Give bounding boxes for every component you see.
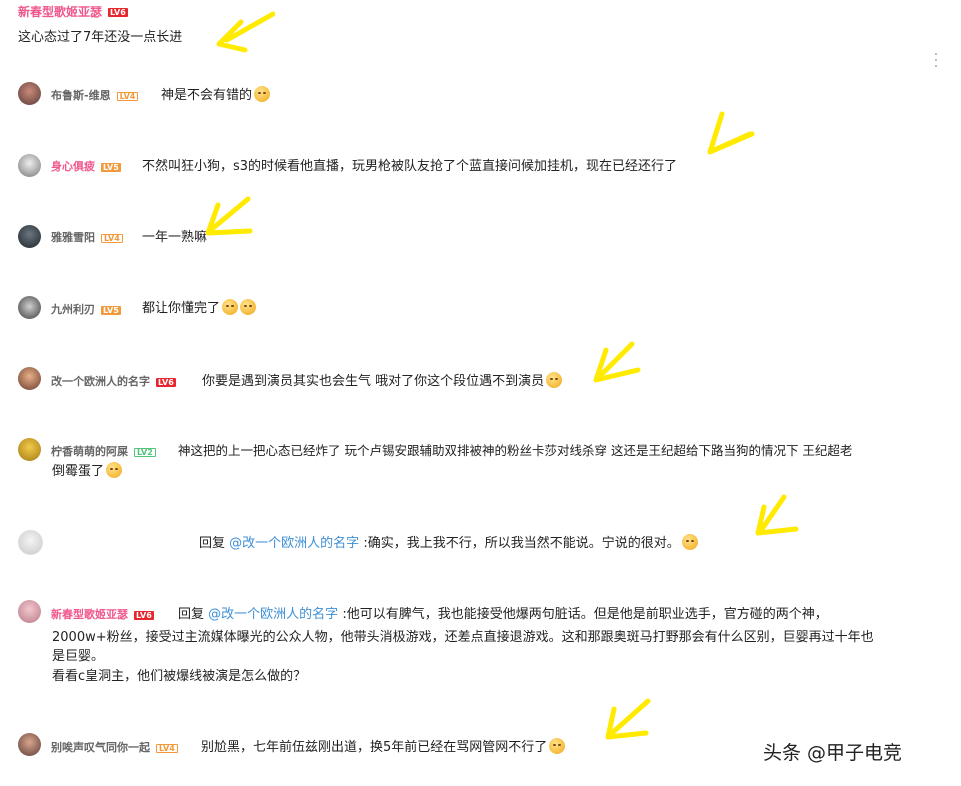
reply-text: 一年一熟嘛 xyxy=(142,230,208,245)
level-badge: LV4 xyxy=(156,743,178,753)
reply-username[interactable]: 雅雅雪阳 LV4 xyxy=(51,229,123,245)
reply-text: 回复 @改一个欧洲人的名字 :确实，我上我不行，所以我当然不能说。宁说的很对。 xyxy=(199,532,698,551)
reply-text-line4: 看看c皇洞主，他们被爆线被演是怎么做的？ xyxy=(52,669,307,684)
reply-username[interactable]: 布鲁斯-维恩 LV4 xyxy=(51,87,139,103)
avatar[interactable] xyxy=(18,600,41,623)
arrow-annotation-icon xyxy=(593,341,641,383)
emoji-icon xyxy=(546,372,563,388)
level-badge: LV2 xyxy=(134,447,156,457)
reply-text-line3: 是巨婴。 xyxy=(52,649,105,664)
reply-username[interactable]: 九州利刃 LV5 xyxy=(51,301,121,317)
top-comment-text: 这心态过了7年还没一点长进 xyxy=(18,30,183,45)
level-badge: LV6 xyxy=(108,8,128,17)
avatar[interactable] xyxy=(18,733,41,756)
avatar[interactable] xyxy=(18,296,41,319)
reply-text: 你要是遇到演员其实也会生气 哦对了你这个段位遇不到演员 xyxy=(202,370,563,389)
level-badge: LV6 xyxy=(156,377,176,387)
reply-text-line1: 神这把的上一把心态已经炸了 玩个卢锡安跟辅助双排被神的粉丝卡莎对线杀穿 这还是王… xyxy=(178,443,853,458)
mention-link[interactable]: @改一个欧洲人的名字 xyxy=(208,607,338,622)
avatar[interactable] xyxy=(18,82,41,105)
level-badge: LV6 xyxy=(134,610,154,620)
emoji-icon xyxy=(254,86,271,102)
level-badge: LV5 xyxy=(101,162,121,172)
arrow-annotation-icon xyxy=(216,11,275,53)
emoji-icon xyxy=(681,534,698,550)
reply-username[interactable]: 新春型歌姬亚瑟 LV6 xyxy=(51,606,154,622)
emoji-icon xyxy=(549,738,566,754)
more-vertical-icon[interactable]: · · · xyxy=(931,48,941,74)
reply-username[interactable]: 别唉声叹气同你一起 LV4 xyxy=(51,739,178,755)
emoji-icon xyxy=(240,299,257,315)
avatar[interactable] xyxy=(18,154,41,177)
top-comment-username[interactable]: 新春型歌姬亚瑟 LV6 xyxy=(18,3,128,20)
emoji-icon xyxy=(106,462,123,478)
reply-username[interactable]: 身心俱疲 LV5 xyxy=(51,158,121,174)
level-badge: LV4 xyxy=(101,233,123,243)
reply-text-line2: 倒霉蛋了 xyxy=(52,460,123,479)
emoji-icon xyxy=(222,299,239,315)
arrow-annotation-icon xyxy=(707,111,755,155)
reply-text: 都让你懂完了 xyxy=(142,297,257,316)
reply-text-line2: 2000w+粉丝，接受过主流媒体曝光的公众人物，他带头消极游戏，还差点直接退游戏… xyxy=(52,630,874,645)
avatar[interactable] xyxy=(18,367,41,390)
reply-username[interactable]: 改一个欧洲人的名字 LV6 xyxy=(51,373,176,389)
reply-text: 神是不会有错的 xyxy=(161,84,271,103)
reply-text: 别尬黑，七年前伍兹刚出道，换5年前已经在骂网管网不行了 xyxy=(201,736,566,755)
level-badge: LV4 xyxy=(116,91,139,101)
avatar[interactable] xyxy=(18,530,43,555)
level-badge: LV5 xyxy=(101,305,121,315)
watermark: 头条 @甲子电竞 xyxy=(763,742,903,764)
reply-text-line1: 回复 @改一个欧洲人的名字 :他可以有脾气，我也能接受他爆两句脏话。但是他是前职… xyxy=(178,607,828,622)
reply-username[interactable]: 柠香萌萌的阿屎 LV2 xyxy=(51,443,156,459)
arrow-annotation-icon xyxy=(205,196,253,236)
avatar[interactable] xyxy=(18,438,41,461)
arrow-annotation-icon xyxy=(755,494,799,536)
mention-link[interactable]: @改一个欧洲人的名字 xyxy=(229,536,359,551)
avatar[interactable] xyxy=(18,225,41,248)
arrow-annotation-icon xyxy=(605,698,651,740)
reply-text: 不然叫狂小狗，s3的时候看他直播，玩男枪被队友抢了个蓝直接问候加挂机，现在已经还… xyxy=(142,159,678,174)
